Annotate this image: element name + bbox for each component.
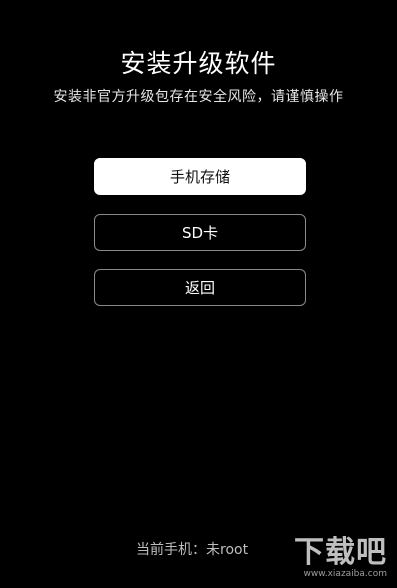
back-button[interactable]: 返回	[94, 269, 306, 306]
phone-storage-button[interactable]: 手机存储	[94, 158, 306, 195]
watermark: 下载吧 www.xiazaiba.com	[294, 537, 387, 580]
upgrade-screen: 安装升级软件 安装非官方升级包存在安全风险，请谨慎操作 手机存储 SD卡 返回 …	[0, 0, 397, 588]
warning-subtitle: 安装非官方升级包存在安全风险，请谨慎操作	[53, 89, 344, 105]
sd-card-button[interactable]: SD卡	[94, 214, 306, 251]
page-title: 安装升级软件	[120, 49, 277, 78]
root-status-text: 当前手机：未root	[136, 542, 249, 558]
watermark-logo-text: 下载吧	[294, 535, 387, 570]
watermark-url: www.xiazaiba.com	[303, 569, 387, 579]
